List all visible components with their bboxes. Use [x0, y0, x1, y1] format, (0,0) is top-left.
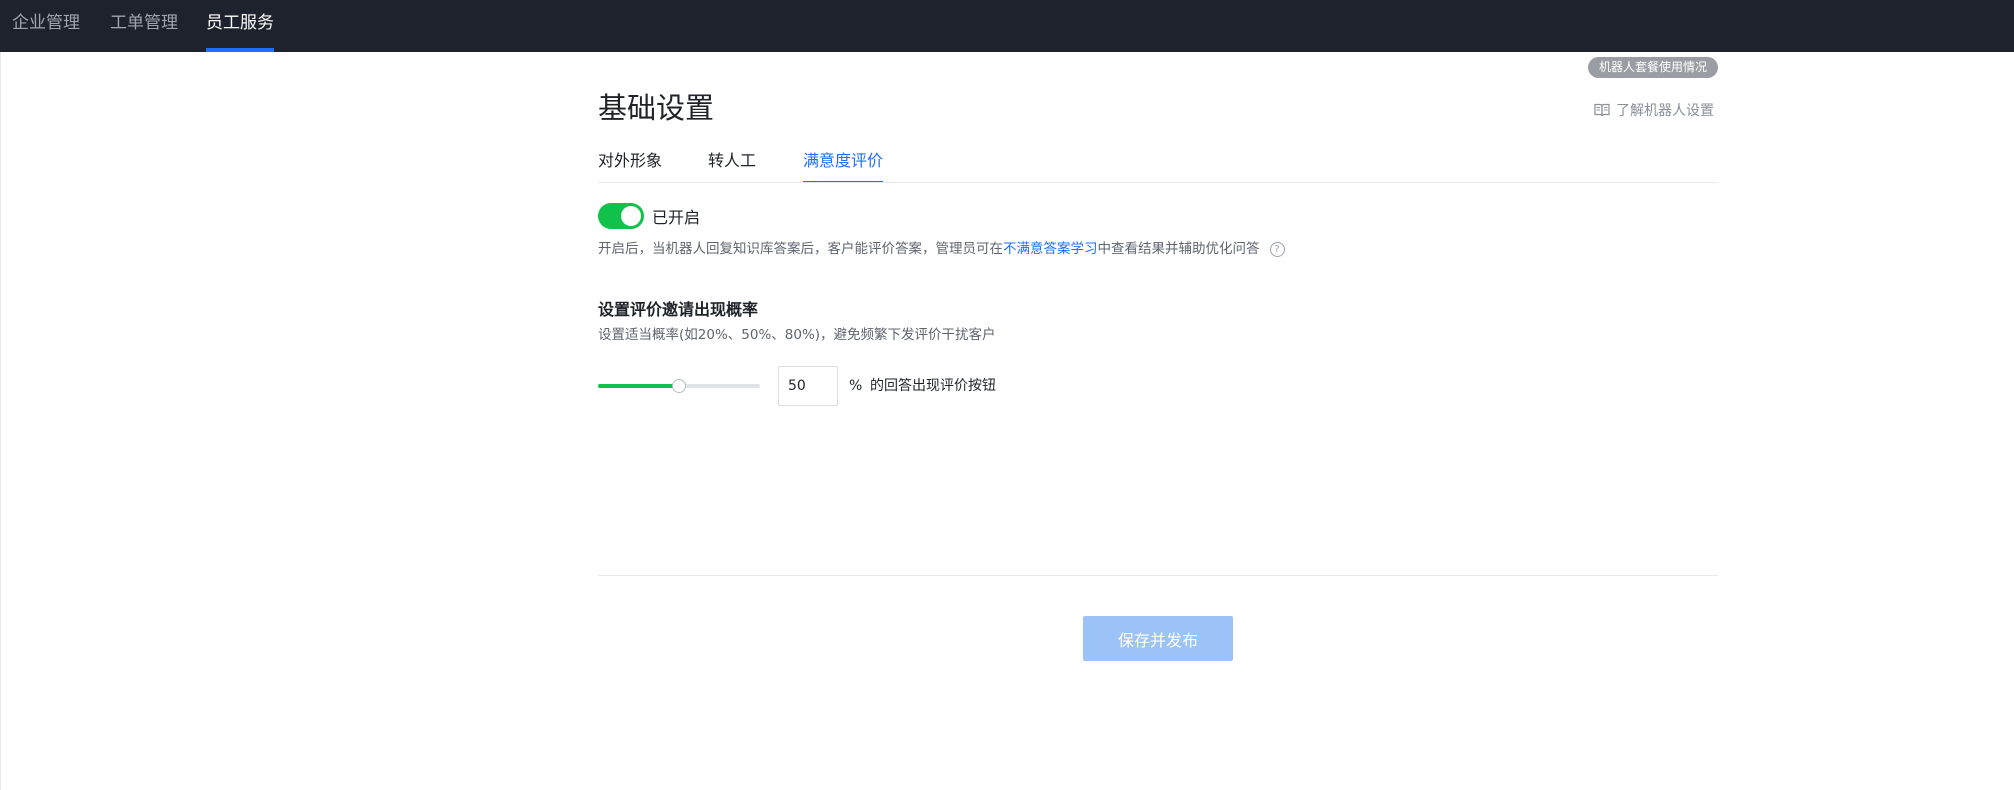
slider-handle[interactable]: [672, 379, 686, 393]
robot-plan-usage-badge[interactable]: 机器人套餐使用情况: [1588, 57, 1718, 78]
page-title: 基础设置: [598, 91, 715, 125]
book-icon: [1594, 103, 1610, 117]
learn-link-label: 了解机器人设置: [1616, 103, 1714, 119]
left-border: [0, 52, 1, 790]
nav-item-enterprise-management[interactable]: 企业管理: [12, 0, 80, 52]
description-text-before: 开启后，当机器人回复知识库答案后，客户能评价答案，管理员可在: [598, 241, 1003, 257]
question-circle-icon[interactable]: ?: [1269, 241, 1285, 257]
satisfaction-toggle-row: 已开启: [598, 203, 700, 229]
description-text-after: 中查看结果并辅助优化问答: [1097, 241, 1260, 257]
nav-item-ticket-management[interactable]: 工单管理: [110, 0, 178, 52]
unsatisfied-answer-learning-link[interactable]: 不满意答案学习: [1003, 239, 1098, 259]
toggle-status-label: 已开启: [652, 208, 701, 227]
settings-tabs: 对外形象 转人工 满意度评价: [598, 150, 1718, 183]
tab-public-image[interactable]: 对外形象: [598, 150, 662, 181]
probability-section-subtitle: 设置适当概率(如20%、50%、80%)，避免频繁下发评价干扰客户: [598, 327, 996, 343]
tab-satisfaction-rating[interactable]: 满意度评价: [803, 150, 884, 183]
probability-suffix-text: 的回答出现评价按钮: [870, 378, 996, 394]
percent-unit: %: [849, 378, 863, 394]
satisfaction-description: 开启后，当机器人回复知识库答案后，客户能评价答案，管理员可在 不满意答案学习 中…: [598, 239, 1285, 259]
slider-fill: [598, 384, 679, 388]
nav-item-employee-service[interactable]: 员工服务: [206, 0, 274, 52]
probability-input[interactable]: [778, 366, 838, 406]
learn-robot-settings-link[interactable]: 了解机器人设置: [1594, 100, 1714, 120]
probability-section-title: 设置评价邀请出现概率: [598, 300, 759, 319]
tab-transfer-to-human[interactable]: 转人工: [708, 150, 756, 181]
footer-divider: [598, 575, 1718, 576]
save-and-publish-button[interactable]: 保存并发布: [1083, 616, 1233, 661]
top-navigation: 企业管理 工单管理 员工服务: [0, 0, 2014, 52]
satisfaction-toggle[interactable]: [598, 203, 644, 229]
probability-slider[interactable]: [598, 375, 760, 397]
tabs-divider: [598, 182, 1718, 183]
toggle-knob: [621, 206, 641, 226]
